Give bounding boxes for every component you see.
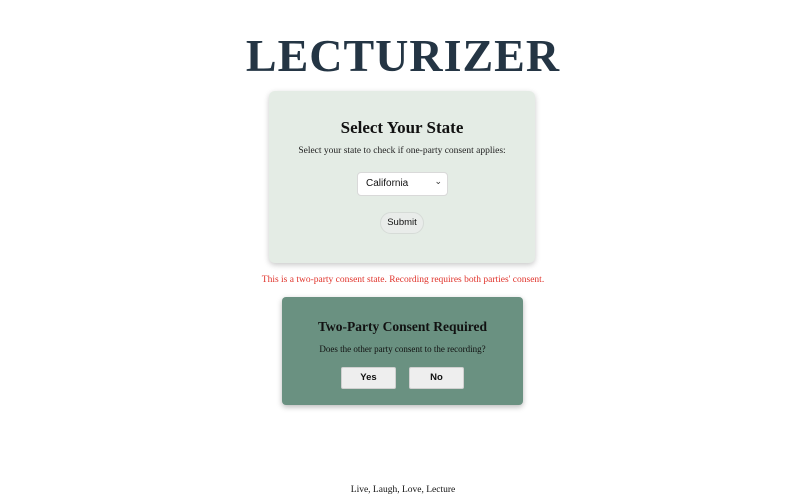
state-selector-card: Select Your State Select your state to c… xyxy=(269,91,535,263)
consent-warning-message: This is a two-party consent state. Recor… xyxy=(261,275,545,285)
footer-tagline: Live, Laugh, Love, Lecture xyxy=(350,485,456,495)
state-select-value: California xyxy=(366,178,409,189)
no-button[interactable]: No xyxy=(409,367,464,389)
app-title: LECTURIZER xyxy=(245,30,561,81)
two-party-consent-card: Two-Party Consent Required Does the othe… xyxy=(282,297,523,405)
state-select[interactable]: California ⌄ xyxy=(357,172,448,196)
state-selector-description: Select your state to check if one-party … xyxy=(298,146,506,156)
submit-button[interactable]: Submit xyxy=(380,212,424,234)
page: LECTURIZER Select Your State Select your… xyxy=(0,0,806,504)
chevron-down-icon: ⌄ xyxy=(434,177,442,187)
consent-heading: Two-Party Consent Required xyxy=(318,319,487,334)
state-selector-heading: Select Your State xyxy=(340,118,464,137)
yes-button[interactable]: Yes xyxy=(341,367,396,389)
consent-question: Does the other party consent to the reco… xyxy=(319,344,486,354)
